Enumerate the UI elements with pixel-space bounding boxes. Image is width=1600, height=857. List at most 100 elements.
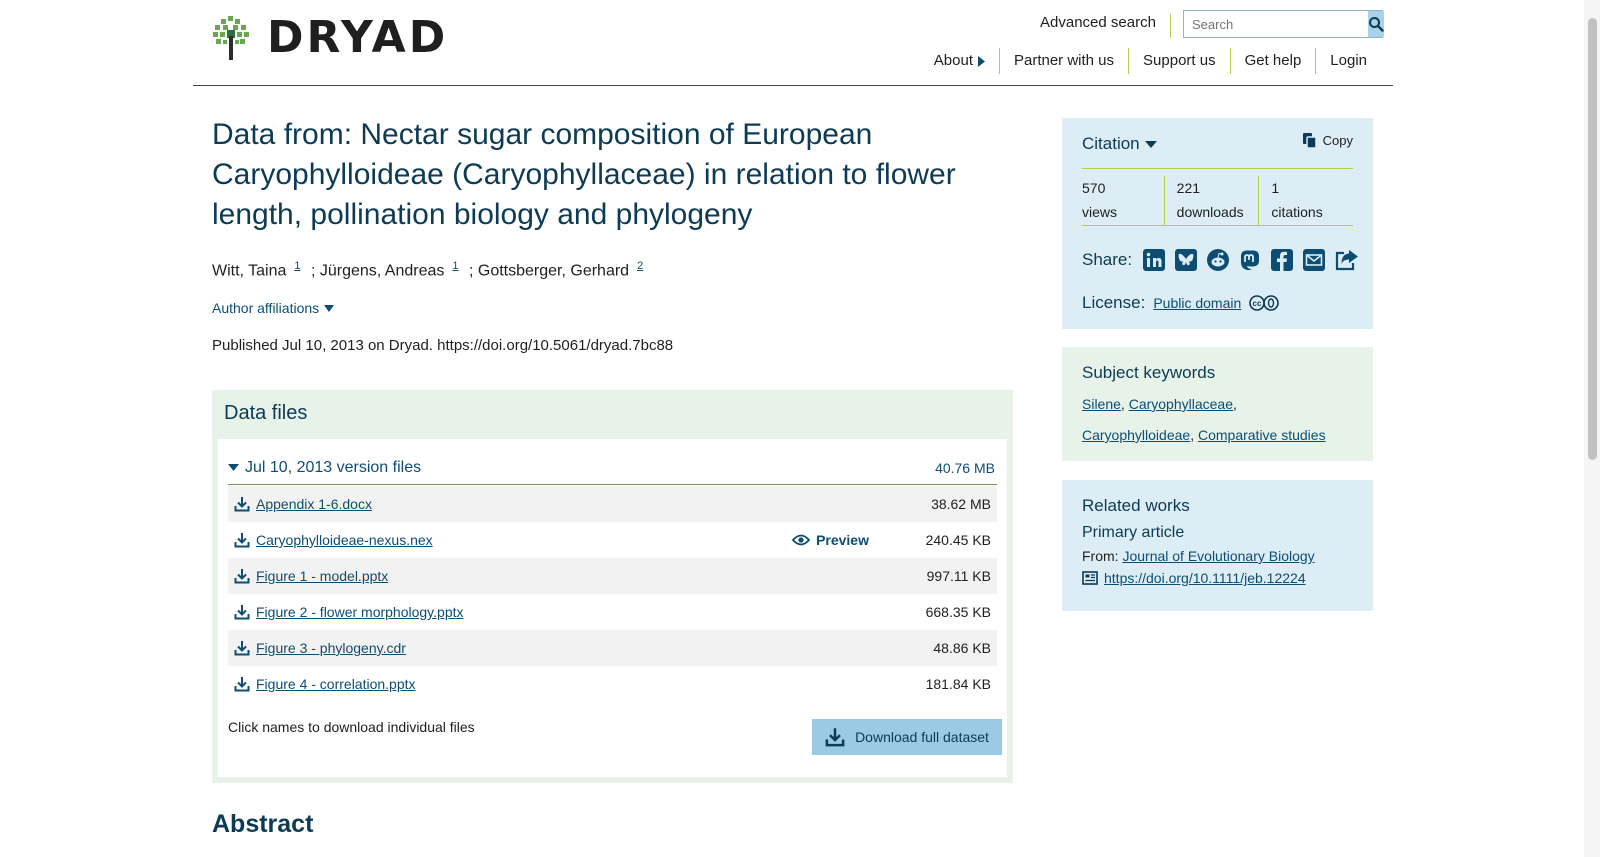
file-size: 668.35 KB: [925, 604, 991, 620]
article-icon: [1082, 571, 1098, 585]
eye-icon: [792, 534, 811, 546]
download-icon: [234, 568, 250, 584]
published-info: Published Jul 10, 2013 on Dryad. https:/…: [212, 337, 674, 354]
keywords-list: Silene, Caryophyllaceae, Caryophylloidea…: [1082, 396, 1326, 443]
file-link[interactable]: Figure 1 - model.pptx: [256, 568, 907, 584]
bluesky-icon[interactable]: [1174, 248, 1198, 272]
license-link[interactable]: Public domain: [1153, 295, 1241, 311]
caret-right-icon: [977, 55, 985, 67]
download-icon: [234, 532, 250, 548]
share-row: Share:: [1082, 248, 1360, 272]
file-size: 48.86 KB: [933, 640, 991, 656]
page-scrollbar[interactable]: [1584, 0, 1600, 857]
copy-icon: [1302, 133, 1317, 149]
file-row: Appendix 1-6.docx 38.62 MB: [228, 486, 997, 522]
facebook-icon[interactable]: [1270, 248, 1294, 272]
download-icon: [234, 640, 250, 656]
download-icon: [234, 676, 250, 692]
file-link[interactable]: Figure 3 - phylogeny.cdr: [256, 640, 907, 656]
nav-help[interactable]: Get help: [1229, 48, 1316, 74]
primary-article-label: Primary article: [1082, 524, 1185, 541]
metric-value: 1: [1271, 180, 1280, 196]
preview-label: Preview: [816, 532, 869, 548]
search-button[interactable]: [1368, 11, 1384, 37]
divider: [1082, 168, 1353, 169]
metric-value: 221: [1176, 180, 1201, 196]
file-link[interactable]: Appendix 1-6.docx: [256, 496, 907, 512]
svg-text:cc: cc: [1253, 299, 1262, 308]
author-affiliations-label: Author affiliations: [212, 300, 320, 316]
author-affiliations-toggle[interactable]: Author affiliations: [212, 300, 335, 316]
reddit-icon[interactable]: [1206, 248, 1230, 272]
abstract-heading: Abstract: [212, 810, 314, 838]
file-link[interactable]: Figure 4 - correlation.pptx: [256, 676, 907, 692]
related-works-panel: Related works Primary article From: Jour…: [1062, 480, 1373, 611]
keyword-link[interactable]: Caryophylloideae: [1082, 427, 1190, 443]
citation-panel: Citation Copy 570 views 221 downloads 1 cit…: [1062, 118, 1373, 329]
file-row: Figure 4 - correlation.pptx 181.84 KB: [228, 666, 997, 702]
copy-label: Copy: [1322, 133, 1353, 148]
nav-about[interactable]: About: [920, 48, 999, 74]
author-list: Witt, Taina 1 ; Jürgens, Andreas 1 ; Gotts…: [212, 260, 649, 280]
scrollbar-thumb[interactable]: [1588, 18, 1597, 460]
caret-down-icon: [324, 304, 335, 312]
version-size: 40.76 MB: [935, 459, 995, 476]
version-label-group: Jul 10, 2013 version files: [228, 459, 421, 477]
metric-label: downloads: [1176, 204, 1244, 220]
share-icon[interactable]: [1334, 248, 1360, 272]
version-toggle[interactable]: Jul 10, 2013 version files 40.76 MB: [228, 451, 997, 485]
metric-label: views: [1082, 204, 1118, 220]
metric-citations: 1 citations: [1258, 176, 1353, 225]
download-full-label: Download full dataset: [855, 729, 989, 745]
file-size: 38.62 MB: [931, 496, 991, 512]
citation-label: Citation: [1082, 134, 1140, 153]
file-size: 997.11 KB: [926, 568, 991, 584]
data-files-title: Data files: [224, 402, 308, 424]
dryad-logo[interactable]: DRYAD: [213, 16, 448, 60]
author-affil-link[interactable]: 1: [294, 260, 300, 272]
nav-partner[interactable]: Partner with us: [998, 48, 1128, 74]
tree-logo-icon: [213, 16, 249, 60]
keywords-title: Subject keywords: [1082, 363, 1216, 382]
caret-down-icon: [1144, 140, 1157, 148]
author-affil-link[interactable]: 2: [637, 260, 643, 272]
nav-support[interactable]: Support us: [1128, 48, 1230, 74]
file-row: Caryophylloideae-nexus.nex Preview 240.4…: [228, 522, 997, 558]
search-input[interactable]: [1184, 11, 1368, 37]
author-affil-link[interactable]: 1: [452, 260, 458, 272]
license-row: License: Public domain cc: [1082, 293, 1281, 313]
search-icon: [1369, 17, 1384, 32]
cc-zero-icon: cc: [1249, 295, 1280, 311]
author-name: ; Gottsberger, Gerhard: [468, 262, 630, 280]
journal-link[interactable]: Journal of Evolutionary Biology: [1122, 548, 1314, 564]
download-icon: [234, 496, 250, 512]
preview-button[interactable]: Preview: [792, 532, 869, 548]
file-link[interactable]: Caryophylloideae-nexus.nex: [256, 532, 792, 548]
related-doi-link[interactable]: https://doi.org/10.1111/jeb.12224: [1104, 570, 1306, 586]
author-name: ; Jürgens, Andreas: [310, 262, 445, 280]
logo-text: DRYAD: [267, 12, 449, 63]
author-name: Witt, Taina: [212, 262, 287, 280]
nav-login[interactable]: Login: [1315, 48, 1381, 74]
metric-value: 570: [1082, 180, 1106, 196]
email-icon[interactable]: [1302, 248, 1326, 272]
copy-citation-button[interactable]: Copy: [1302, 132, 1353, 149]
file-row: Figure 1 - model.pptx 997.11 KB: [228, 558, 997, 594]
keyword-link[interactable]: Comparative studies: [1198, 427, 1326, 443]
mastodon-icon[interactable]: [1238, 248, 1262, 272]
linkedin-icon[interactable]: [1142, 248, 1166, 272]
related-from-label: From:: [1082, 548, 1119, 564]
keyword-link[interactable]: Silene: [1082, 396, 1121, 412]
citation-toggle[interactable]: Citation: [1082, 134, 1157, 154]
search-box: [1183, 10, 1384, 38]
keyword-link[interactable]: Caryophyllaceae: [1129, 396, 1233, 412]
share-icons: [1142, 248, 1360, 272]
file-link[interactable]: Figure 2 - flower morphology.pptx: [256, 604, 907, 620]
share-label: Share:: [1082, 250, 1133, 269]
advanced-search-link[interactable]: Advanced search: [1040, 14, 1171, 38]
download-full-dataset-button[interactable]: Download full dataset: [812, 719, 1002, 755]
caret-down-icon: [228, 464, 239, 471]
metric-label: citations: [1271, 204, 1323, 220]
metric-views: 570 views: [1082, 176, 1164, 225]
data-files-panel: Data files Jul 10, 2013 version files 40…: [212, 390, 1013, 783]
